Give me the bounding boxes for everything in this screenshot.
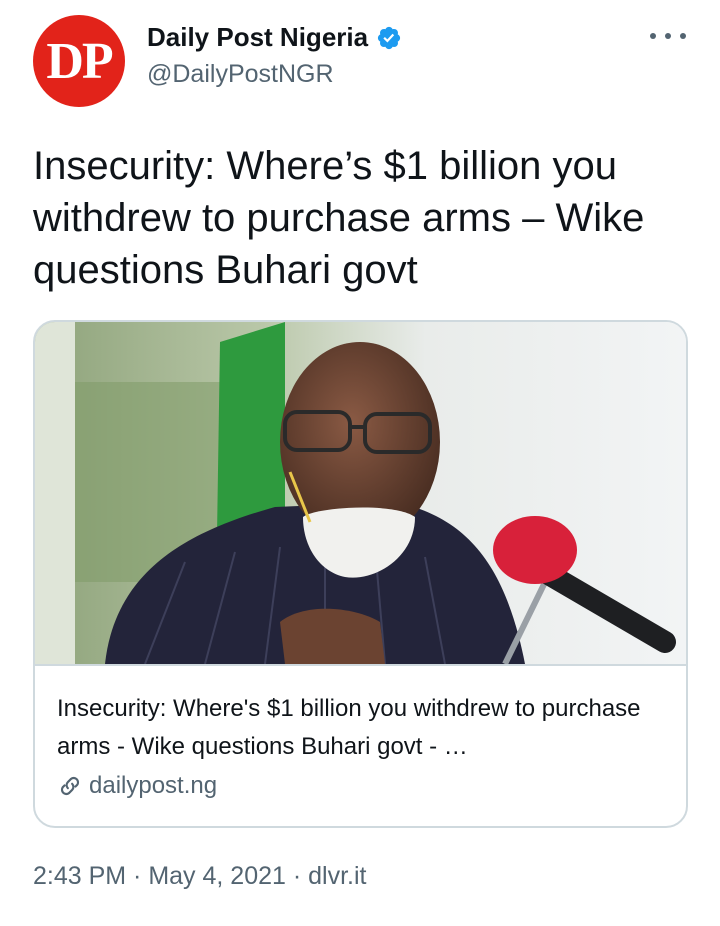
verified-badge-icon	[377, 26, 401, 49]
tweet-source[interactable]: dlvr.it	[308, 862, 366, 890]
tweet-header: DP Daily Post Nigeria @DailyPostNGR	[0, 0, 720, 120]
more-dot	[650, 33, 656, 39]
author-handle[interactable]: @DailyPostNGR	[147, 60, 334, 89]
news-photo-image	[35, 322, 686, 664]
tweet-text: Insecurity: Where’s $1 billion you withd…	[33, 144, 645, 292]
card-domain-text: dailypost.ng	[89, 772, 218, 799]
avatar[interactable]: DP	[33, 15, 125, 107]
more-dot	[665, 33, 671, 39]
more-options-icon[interactable]	[650, 22, 686, 50]
card-image[interactable]	[35, 322, 686, 664]
author-display-name[interactable]: Daily Post Nigeria	[147, 22, 368, 53]
author-name-row[interactable]: Daily Post Nigeria	[147, 22, 402, 53]
link-preview-card[interactable]: Insecurity: Where's $1 billion you withd…	[33, 320, 688, 828]
card-divider	[35, 664, 686, 666]
tweet-time[interactable]: 2:43 PM	[33, 862, 126, 890]
card-domain-link[interactable]: dailypost.ng	[57, 772, 217, 800]
tweet-meta: 2:43 PM · May 4, 2021 · dlvr.it	[33, 862, 367, 891]
link-icon	[60, 776, 80, 796]
more-dot	[680, 33, 686, 39]
tweet-date[interactable]: May 4, 2021	[148, 862, 286, 890]
meta-separator: ·	[126, 862, 149, 890]
meta-separator: ·	[285, 862, 309, 890]
card-title[interactable]: Insecurity: Where's $1 billion you withd…	[57, 690, 667, 766]
avatar-logo-text: DP	[46, 32, 113, 90]
